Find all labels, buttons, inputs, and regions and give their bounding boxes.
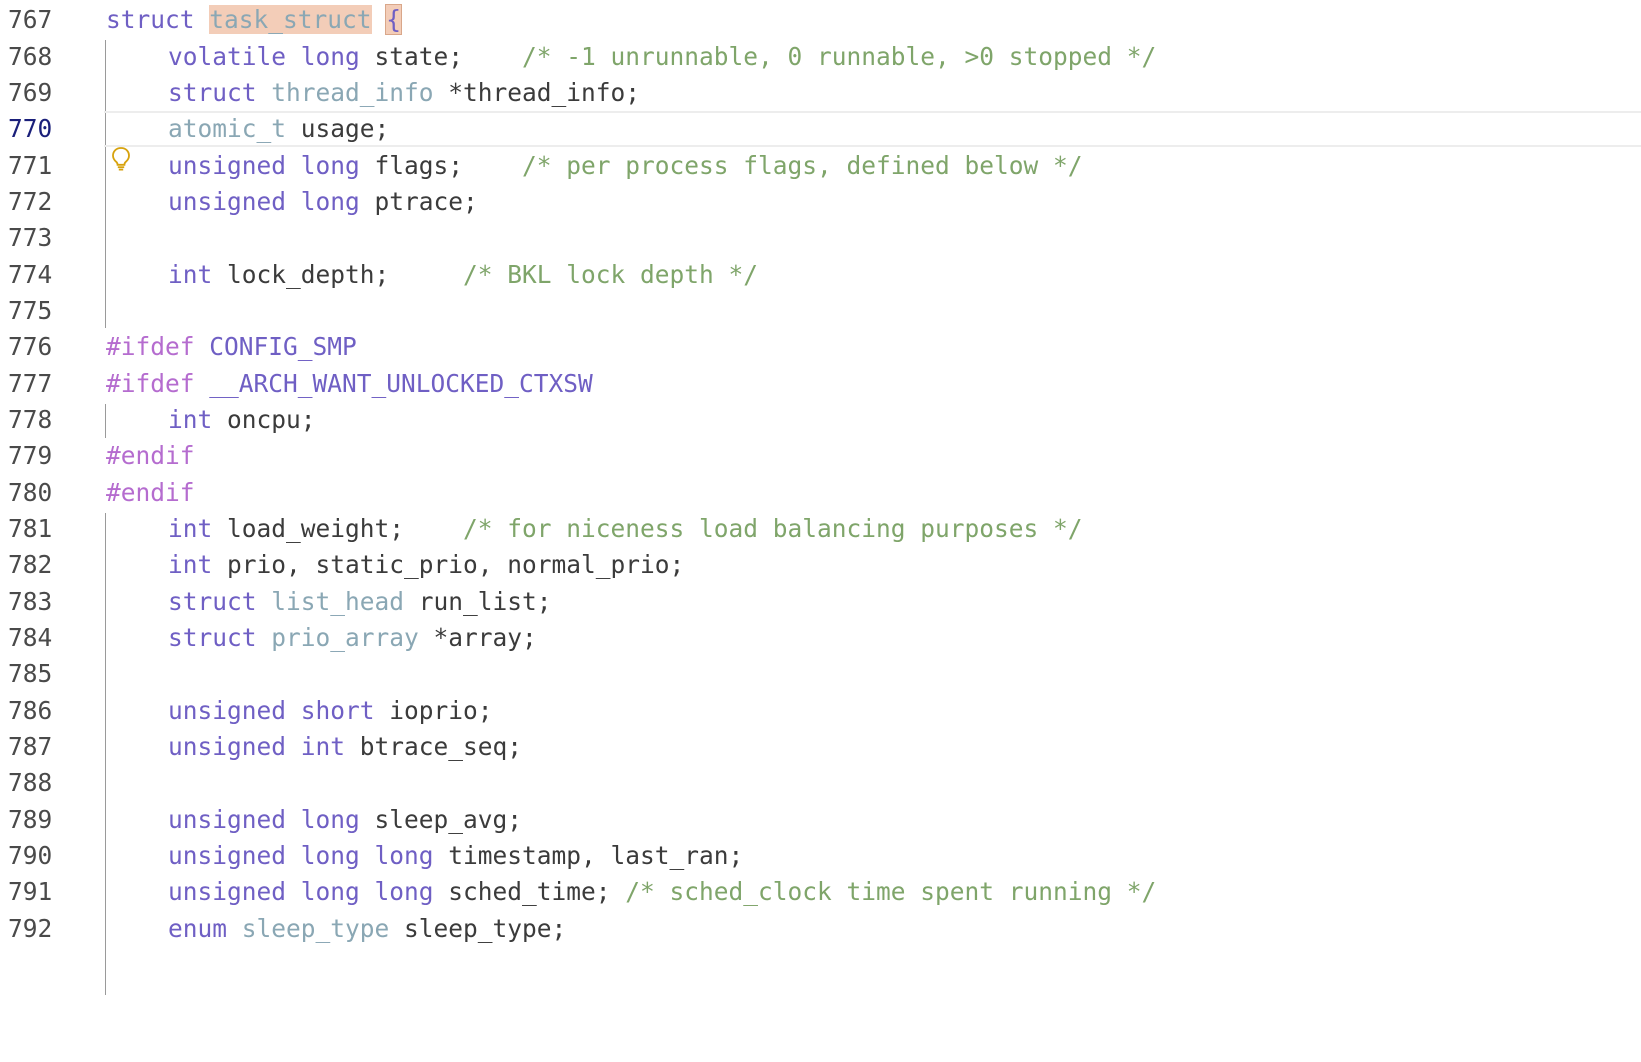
code-line[interactable]: 777 #ifdef __ARCH_WANT_UNLOCKED_CTXSW [0,365,1641,403]
line-code: unsigned short ioprio; [168,696,493,725]
code-line[interactable]: 774 int lock_depth; /* BKL lock depth */ [0,256,1641,294]
code-line-current[interactable]: 770 atomic_t usage; [0,110,1641,148]
code-line[interactable]: 776 #ifdef CONFIG_SMP [0,328,1641,366]
code-line[interactable]: 786 unsigned short ioprio; [0,692,1641,730]
code-editor[interactable]: 767 struct task_struct { 768 volatile lo… [0,0,1641,995]
line-code: #ifdef CONFIG_SMP [106,332,357,361]
line-number: 784 [8,623,53,652]
line-number: 770 [8,114,53,143]
code-line[interactable]: 792 enum sleep_type sleep_type; [0,910,1641,948]
line-number: 768 [8,42,53,71]
line-number: 785 [8,659,53,688]
line-code: struct task_struct { [106,4,403,35]
code-line[interactable]: 790 unsigned long long timestamp, last_r… [0,837,1641,875]
code-line[interactable]: 768 volatile long state; /* -1 unrunnabl… [0,38,1641,76]
code-line[interactable]: 789 unsigned long sleep_avg; [0,801,1641,839]
line-number: 780 [8,478,53,507]
line-code: int lock_depth; /* BKL lock depth */ [168,260,759,289]
line-code: unsigned long long sched_time; /* sched_… [168,877,1157,906]
line-number: 776 [8,332,53,361]
line-code: volatile long state; /* -1 unrunnable, 0… [168,42,1157,71]
line-number: 777 [8,369,53,398]
line-code: unsigned int btrace_seq; [168,732,523,761]
line-code: atomic_t usage; [168,114,390,143]
line-code: struct prio_array *array; [168,623,537,652]
line-code: unsigned long long timestamp, last_ran; [168,841,744,870]
code-line[interactable]: 773 [0,219,1641,257]
code-line[interactable]: 782 int prio, static_prio, normal_prio; [0,546,1641,584]
line-code: #endif [106,478,195,507]
line-code: #endif [106,441,195,470]
line-number: 779 [8,441,53,470]
code-line[interactable]: 779 #endif [0,437,1641,475]
line-code: struct list_head run_list; [168,587,552,616]
line-number: 778 [8,405,53,434]
line-code: enum sleep_type sleep_type; [168,914,567,943]
line-number: 788 [8,768,53,797]
code-line[interactable]: 784 struct prio_array *array; [0,619,1641,657]
code-line[interactable]: 772 unsigned long ptrace; [0,183,1641,221]
line-code: #ifdef __ARCH_WANT_UNLOCKED_CTXSW [106,369,593,398]
line-code: int load_weight; /* for niceness load ba… [168,514,1083,543]
line-code: int oncpu; [168,405,316,434]
code-line[interactable]: 785 [0,655,1641,693]
line-number: 771 [8,151,53,180]
line-code: unsigned long flags; /* per process flag… [168,151,1083,180]
code-line[interactable]: 767 struct task_struct { [0,1,1641,39]
line-number: 782 [8,550,53,579]
line-number: 791 [8,877,53,906]
line-number: 769 [8,78,53,107]
line-code: unsigned long sleep_avg; [168,805,523,834]
code-line[interactable]: 780 #endif [0,474,1641,512]
code-line[interactable]: 787 unsigned int btrace_seq; [0,728,1641,766]
code-line[interactable]: 778 int oncpu; [0,401,1641,439]
line-code: struct thread_info *thread_info; [168,78,641,107]
line-code: unsigned long ptrace; [168,187,478,216]
code-line[interactable]: 771 unsigned long flags; /* per process … [0,147,1641,185]
code-line[interactable]: 788 [0,764,1641,802]
line-number: 783 [8,587,53,616]
line-number: 767 [8,5,53,34]
code-line[interactable]: 781 int load_weight; /* for niceness loa… [0,510,1641,548]
code-line[interactable]: 769 struct thread_info *thread_info; [0,74,1641,112]
line-number: 774 [8,260,53,289]
line-number: 790 [8,841,53,870]
line-number: 786 [8,696,53,725]
code-line[interactable]: 775 [0,292,1641,330]
code-line[interactable]: 783 struct list_head run_list; [0,583,1641,621]
lightbulb-icon[interactable] [110,146,132,172]
line-number: 792 [8,914,53,943]
line-number: 773 [8,223,53,252]
line-number: 789 [8,805,53,834]
code-line[interactable]: 791 unsigned long long sched_time; /* sc… [0,873,1641,911]
line-number: 775 [8,296,53,325]
line-code: int prio, static_prio, normal_prio; [168,550,685,579]
line-number: 781 [8,514,53,543]
line-number: 772 [8,187,53,216]
line-number: 787 [8,732,53,761]
